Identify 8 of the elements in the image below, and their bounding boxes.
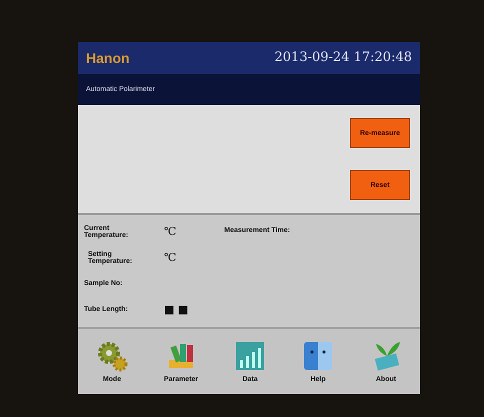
date-time: 2013-09-24 17:20:48 — [274, 50, 412, 66]
unit-text: ■ ■ — [164, 303, 188, 316]
logo: Hanon — [86, 50, 130, 66]
face-icon — [302, 340, 334, 372]
unit-text: ℃ — [164, 225, 176, 238]
chart-icon — [234, 340, 266, 372]
unit-text: ℃ — [164, 251, 176, 264]
gears-icon — [96, 340, 128, 372]
